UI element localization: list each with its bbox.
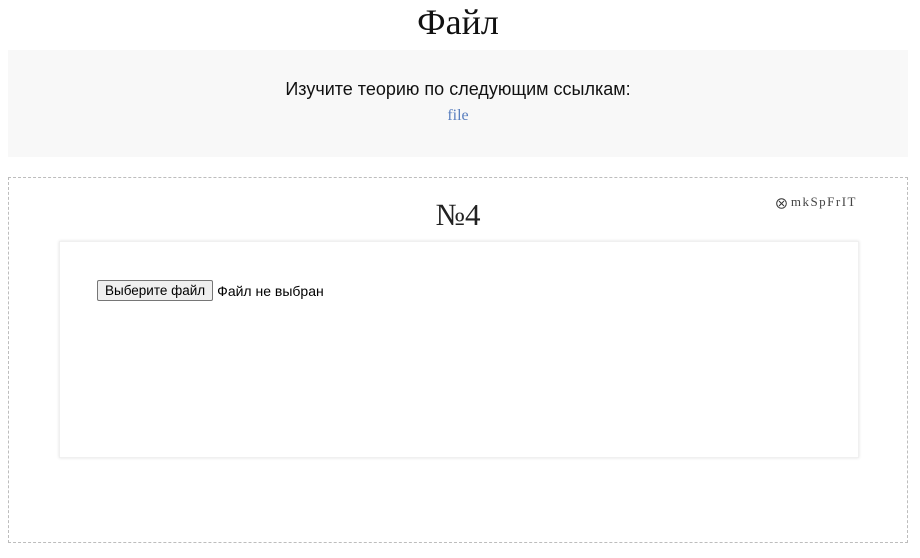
file-input[interactable]: Выберите файл Файл не выбран <box>97 280 324 301</box>
theory-link-row: file <box>8 106 908 126</box>
task-frame: mkSpFrIT №4 Выберите файл Файл не выбран <box>8 177 908 543</box>
theory-panel: Изучите теорию по следующим ссылкам: fil… <box>8 50 908 157</box>
task-number: №4 <box>435 197 481 232</box>
task-card: Выберите файл Файл не выбран <box>59 241 859 458</box>
theory-heading: Изучите теорию по следующим ссылкам: <box>285 79 631 99</box>
theory-link-file[interactable]: file <box>447 107 468 124</box>
page-title: Файл <box>417 2 499 42</box>
choose-file-button[interactable]: Выберите файл <box>97 280 214 301</box>
file-status-text: Файл не выбран <box>217 282 324 299</box>
